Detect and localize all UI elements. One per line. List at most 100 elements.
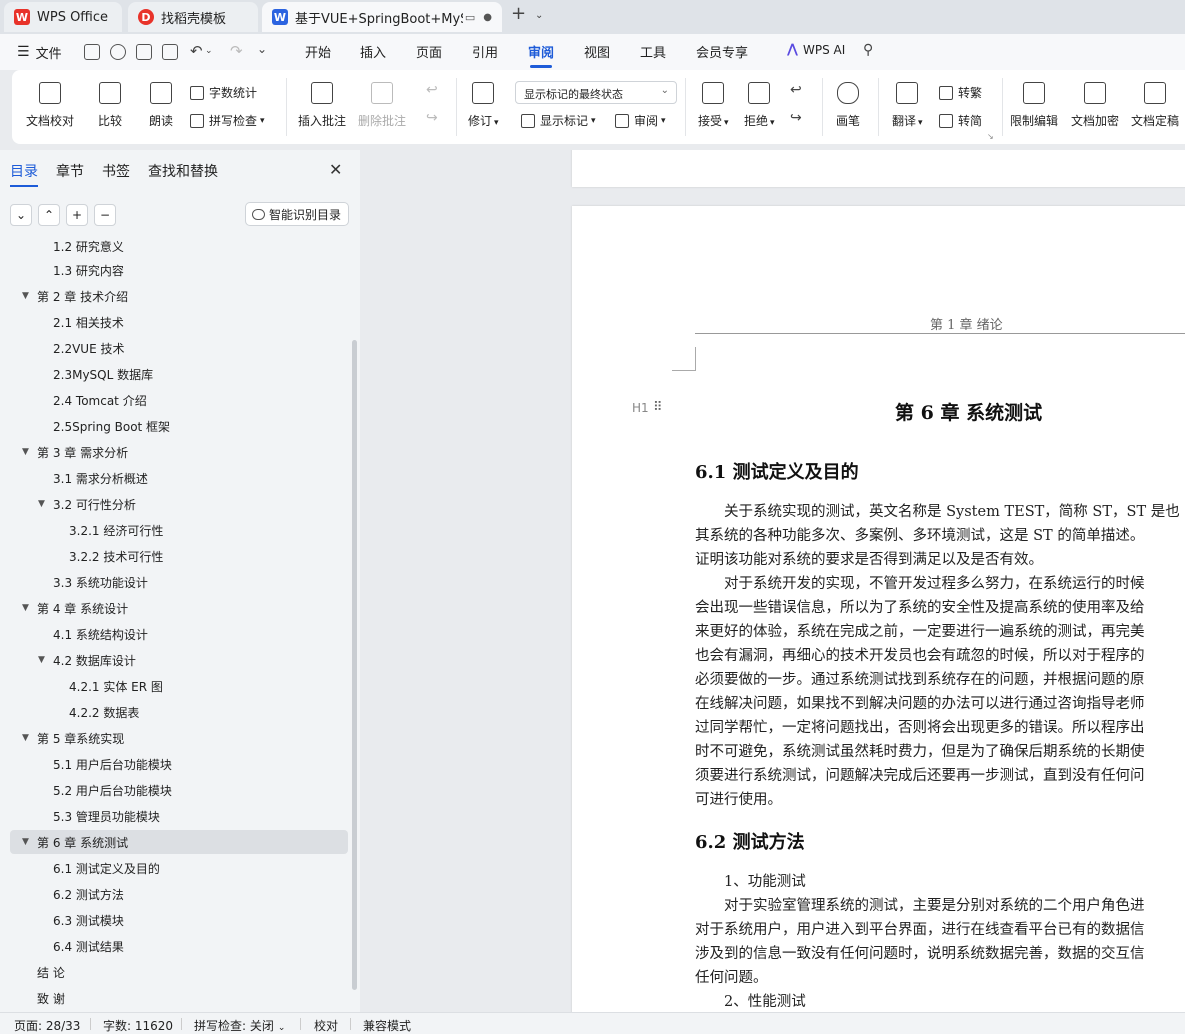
show-markup-button[interactable]: 显示标记 ▾: [521, 112, 596, 129]
toc-item[interactable]: 4.2.1 实体 ER 图: [10, 674, 348, 698]
spell-check-button[interactable]: 拼写检查 ▾: [190, 112, 265, 129]
toc-scrollbar[interactable]: [352, 340, 357, 990]
toc-item[interactable]: 2.4 Tomcat 介绍: [10, 388, 348, 412]
undo-icon[interactable]: ↶: [190, 42, 203, 60]
toc-item[interactable]: 2.1 相关技术: [10, 310, 348, 334]
toc-item[interactable]: 1.2 研究意义: [10, 240, 348, 258]
delete-comment-button[interactable]: 删除批注: [358, 82, 406, 129]
export-icon[interactable]: [110, 44, 126, 60]
tab-review[interactable]: 审阅: [528, 42, 554, 68]
expand-arrow-icon[interactable]: ▼: [22, 603, 29, 613]
proofread-status[interactable]: 校对: [314, 1017, 338, 1034]
tab-view[interactable]: 视图: [584, 42, 610, 66]
add-heading-icon[interactable]: +: [66, 204, 88, 226]
file-menu[interactable]: ☰ 文件: [10, 38, 69, 66]
toc-item[interactable]: 5.3 管理员功能模块: [10, 804, 348, 828]
toc-item[interactable]: 5.1 用户后台功能模块: [10, 752, 348, 776]
print-preview-icon[interactable]: [162, 44, 178, 60]
toc-item[interactable]: ▼ 第 5 章系统实现: [10, 726, 348, 750]
spell-check-status[interactable]: 拼写检查: 关闭 ⌄: [194, 1017, 285, 1034]
tab-member[interactable]: 会员专享: [696, 42, 748, 66]
expand-arrow-icon[interactable]: ▼: [22, 447, 29, 457]
toc-item[interactable]: ▼ 3.2 可行性分析: [10, 492, 348, 516]
drag-handle-icon[interactable]: ⠿: [653, 400, 662, 415]
toc-item[interactable]: 6.2 测试方法: [10, 882, 348, 906]
tab-tools[interactable]: 工具: [640, 42, 666, 66]
print-icon[interactable]: [136, 44, 152, 60]
toc-item[interactable]: ▼ 第 4 章 系统设计: [10, 596, 348, 620]
track-changes-button[interactable]: 修订 ▾: [468, 82, 499, 129]
toc-item[interactable]: ▼ 第 2 章 技术介绍: [10, 284, 348, 308]
toc-item[interactable]: 2.5Spring Boot 框架: [10, 414, 348, 438]
page-indicator[interactable]: 页面: 28/33: [14, 1017, 80, 1034]
toc-item[interactable]: 结 论: [10, 960, 348, 984]
dialog-launcher-icon[interactable]: ↘: [987, 132, 994, 141]
finalize-button[interactable]: 文档定稿: [1131, 82, 1179, 129]
toc-item[interactable]: 6.3 测试模块: [10, 908, 348, 932]
markup-display-select[interactable]: 显示标记的最终状态 ⌄: [515, 81, 677, 104]
expand-arrow-icon[interactable]: ▼: [38, 655, 45, 665]
word-count-indicator[interactable]: 字数: 11620: [103, 1017, 173, 1034]
new-tab-icon[interactable]: +: [511, 3, 526, 24]
tab-template[interactable]: D 找稻壳模板: [128, 2, 258, 32]
previous-comment-icon[interactable]: ↩: [426, 82, 438, 98]
expand-arrow-icon[interactable]: ▼: [38, 499, 45, 509]
tab-home[interactable]: 开始: [305, 42, 331, 66]
word-count-button[interactable]: 字数统计: [190, 84, 257, 101]
expand-arrow-icon[interactable]: ▼: [22, 291, 29, 301]
close-icon[interactable]: ✕: [329, 160, 342, 179]
toc-item[interactable]: 2.3MySQL 数据库: [10, 362, 348, 386]
next-change-icon[interactable]: ↪: [790, 110, 802, 126]
reject-button[interactable]: 拒绝 ▾: [744, 82, 775, 129]
insert-comment-button[interactable]: 插入批注: [298, 82, 346, 129]
move-up-icon[interactable]: ⌃: [38, 204, 60, 226]
smart-toc-button[interactable]: 智能识别目录: [245, 202, 349, 226]
toc-item[interactable]: ▼ 4.2 数据库设计: [10, 648, 348, 672]
toc-item[interactable]: 致 谢: [10, 986, 348, 1010]
restrict-edit-button[interactable]: 限制编辑: [1010, 82, 1058, 129]
pen-button[interactable]: 画笔: [836, 82, 860, 129]
collapse-down-icon[interactable]: ⌄: [10, 204, 32, 226]
toc-item[interactable]: ▼ 第 3 章 需求分析: [10, 440, 348, 464]
doc-check-button[interactable]: 文档校对: [26, 82, 74, 129]
expand-arrow-icon[interactable]: ▼: [22, 733, 29, 743]
nav-tab-toc[interactable]: 目录: [10, 161, 38, 187]
toc-item[interactable]: 2.2VUE 技术: [10, 336, 348, 360]
tab-wps-office[interactable]: W WPS Office: [4, 2, 122, 32]
toc-item-selected[interactable]: ▼ 第 6 章 系统测试: [10, 830, 348, 854]
tab-list-chevron-icon[interactable]: ⌄: [535, 10, 543, 21]
review-pane-button[interactable]: 审阅 ▾: [615, 112, 666, 129]
toc-item[interactable]: 4.2.2 数据表: [10, 700, 348, 724]
to-traditional-button[interactable]: 转繁: [939, 84, 982, 101]
expand-arrow-icon[interactable]: ▼: [22, 837, 29, 847]
tab-insert[interactable]: 插入: [360, 42, 386, 66]
nav-tab-find-replace[interactable]: 查找和替换: [148, 161, 218, 181]
heading-style-marker[interactable]: H1: [632, 401, 649, 415]
compare-button[interactable]: 比较: [98, 82, 122, 129]
translate-button[interactable]: 翻译 ▾: [892, 82, 923, 129]
tab-references[interactable]: 引用: [472, 42, 498, 66]
toc-item[interactable]: 3.1 需求分析概述: [10, 466, 348, 490]
more-chevron-icon[interactable]: ⌄: [257, 42, 267, 56]
remove-heading-icon[interactable]: −: [94, 204, 116, 226]
toc-item[interactable]: 1.3 研究内容: [10, 258, 348, 282]
toc-item[interactable]: 3.3 系统功能设计: [10, 570, 348, 594]
read-aloud-button[interactable]: 朗读: [149, 82, 173, 129]
toc-item[interactable]: 6.1 测试定义及目的: [10, 856, 348, 880]
to-simplified-button[interactable]: 转简: [939, 112, 982, 129]
redo-icon[interactable]: ↷: [230, 42, 243, 60]
nav-tab-sections[interactable]: 章节: [56, 161, 84, 181]
toc-item[interactable]: 5.2 用户后台功能模块: [10, 778, 348, 802]
toc-item[interactable]: 6.4 测试结果: [10, 934, 348, 958]
search-icon[interactable]: ⚲: [863, 42, 873, 58]
accept-button[interactable]: 接受 ▾: [698, 82, 729, 129]
toc-item[interactable]: 3.2.2 技术可行性: [10, 544, 348, 568]
nav-tab-bookmarks[interactable]: 书签: [102, 161, 130, 181]
toc-item[interactable]: 3.2.1 经济可行性: [10, 518, 348, 542]
undo-dropdown-icon[interactable]: ⌄: [205, 46, 213, 56]
save-icon[interactable]: [84, 44, 100, 60]
previous-change-icon[interactable]: ↩: [790, 82, 802, 98]
wps-ai-button[interactable]: ⋀ WPS AI: [787, 42, 845, 57]
toc-item[interactable]: 4.1 系统结构设计: [10, 622, 348, 646]
tab-document[interactable]: W 基于VUE+SpringBoot+MySQ ▭ ●: [262, 2, 502, 32]
